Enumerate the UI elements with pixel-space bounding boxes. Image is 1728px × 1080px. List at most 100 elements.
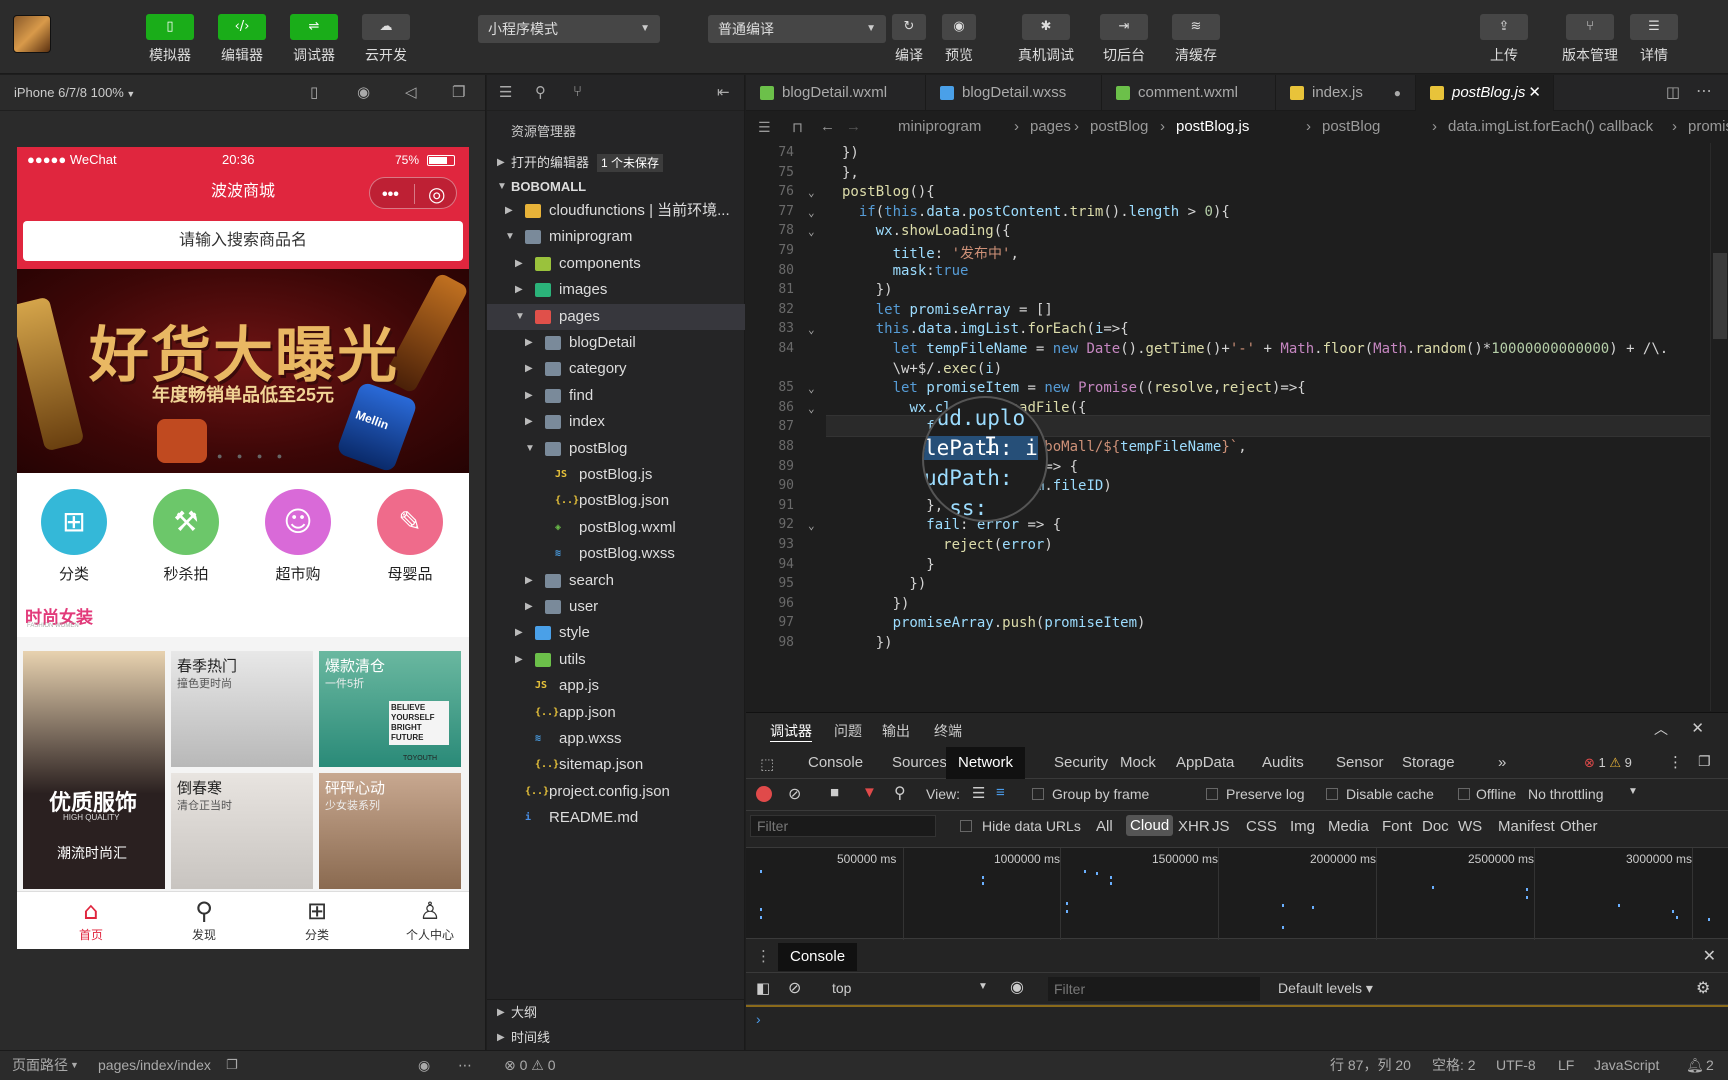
toolbar-cloud-button[interactable]: ☁ 云开发 — [356, 14, 416, 65]
tree-item[interactable]: ≋ app.wxss — [487, 726, 745, 752]
window-icon[interactable]: ❐ — [452, 75, 465, 111]
dock-icon[interactable]: ❐ — [1698, 753, 1711, 770]
close-miniprogram-icon[interactable]: ◎ — [428, 176, 445, 214]
devtools-tab[interactable]: Network — [946, 747, 1026, 779]
timeline-section[interactable]: ▶ 时间线 — [487, 1025, 745, 1051]
collapse-panel-icon[interactable]: ⇤ — [717, 83, 730, 101]
tree-item[interactable]: ▶ images — [487, 277, 745, 303]
list-view-icon[interactable]: ☰ — [972, 784, 985, 802]
tree-item[interactable]: ◈ postBlog.wxml — [487, 515, 745, 541]
devtools-tab[interactable]: Sources — [892, 747, 947, 779]
toolbar-phone-button[interactable]: ▯ 模拟器 — [140, 14, 200, 65]
split-editor-icon[interactable]: ◫ — [1666, 83, 1680, 101]
scrollbar-thumb[interactable] — [1713, 253, 1727, 339]
line-ending[interactable]: LF — [1558, 1051, 1574, 1079]
tree-item[interactable]: {..} postBlog.json — [487, 488, 745, 514]
toolbar-layers-button[interactable]: ≋ 清缓存 — [1158, 14, 1234, 65]
resource-type-filter[interactable]: Media — [1328, 818, 1369, 835]
breadcrumb-item[interactable]: postBlog — [1322, 111, 1380, 143]
panel-tab[interactable]: 调试器 — [770, 721, 812, 742]
rotate-device-icon[interactable]: ▯ — [310, 75, 318, 111]
fold-chevron-icon[interactable]: ⌄ — [808, 225, 815, 238]
editor-tab[interactable]: blogDetail.wxml — [746, 75, 926, 111]
encoding[interactable]: UTF-8 — [1496, 1051, 1536, 1079]
toolbar-eye-button[interactable]: ◉ 预览 — [934, 14, 984, 65]
toolbar-refresh-button[interactable]: ↻ 编译 — [884, 14, 934, 65]
indent-spaces[interactable]: 空格: 2 — [1432, 1051, 1476, 1079]
tab-3[interactable]: ♙ 个人中心 — [390, 896, 470, 943]
resource-type-filter[interactable]: Other — [1560, 818, 1598, 835]
back-arrow-icon[interactable]: ← — [820, 111, 835, 143]
devtools-tab[interactable]: Console — [808, 747, 863, 779]
tree-item[interactable]: ▶ utils — [487, 647, 745, 673]
tree-item[interactable]: ▼ pages — [487, 303, 745, 330]
avatar[interactable] — [13, 15, 51, 53]
mode-select[interactable]: 小程序模式 ▼ — [478, 15, 660, 43]
throttling-select[interactable]: No throttling — [1528, 786, 1603, 802]
tab-0[interactable]: ⌂ 首页 — [51, 896, 131, 943]
device-select[interactable]: iPhone 6/7/8 100% — [14, 85, 124, 100]
tree-item[interactable]: ▶ index — [487, 409, 745, 435]
tree-item[interactable]: {..} sitemap.json — [487, 752, 745, 778]
tree-item[interactable]: ▶ cloudfunctions | 当前环境... — [487, 198, 745, 224]
editor-tab[interactable]: blogDetail.wxss — [926, 75, 1102, 111]
search-input[interactable]: 请输入搜索商品名 — [23, 221, 463, 261]
source-control-icon[interactable]: ⑂ — [573, 83, 582, 100]
tree-item[interactable]: i README.md — [487, 805, 745, 831]
devtools-tab[interactable]: Audits — [1262, 747, 1304, 779]
inspect-icon[interactable]: ⬚ — [760, 755, 774, 773]
panel-tab[interactable]: 问题 — [834, 721, 862, 741]
code-area[interactable]: 74}) 75}, 76 ⌄ postBlog(){77 ⌄ if(this.data.p… — [746, 143, 1728, 711]
sidebar-toggle-icon[interactable]: ◧ — [756, 979, 770, 997]
console-filter-input[interactable]: Filter — [1048, 977, 1260, 1001]
drawer-menu-icon[interactable]: ⋮ — [756, 947, 771, 965]
more-icon[interactable]: ••• — [382, 176, 399, 214]
editor-tab[interactable]: postBlog.js ✕ — [1416, 75, 1554, 111]
resource-type-filter[interactable]: Font — [1382, 818, 1412, 835]
resource-type-filter[interactable]: Img — [1290, 818, 1315, 835]
toolbar-branch-button[interactable]: ⑂ 版本管理 — [1548, 14, 1632, 65]
tree-item[interactable]: JS postBlog.js — [487, 462, 745, 488]
compile-select[interactable]: 普通编译 ▼ — [708, 15, 886, 43]
resource-type-filter[interactable]: All — [1096, 818, 1113, 835]
record-button[interactable] — [756, 786, 772, 802]
toolbar-switch-button[interactable]: ⇥ 切后台 — [1086, 14, 1162, 65]
resource-type-filter[interactable]: WS — [1458, 818, 1482, 835]
language-mode[interactable]: JavaScript — [1594, 1051, 1659, 1079]
eye-icon[interactable]: ◉ — [1010, 977, 1024, 997]
list-icon[interactable]: ☰ — [499, 83, 512, 101]
grid-tile[interactable]: 砰砰心动 少女装系列 — [319, 773, 461, 889]
close-drawer-icon[interactable]: ✕ — [1703, 946, 1716, 966]
tree-item[interactable]: ▶ components — [487, 251, 745, 277]
grid-tile[interactable]: 倒春寒 清仓正当时 — [171, 773, 313, 889]
toolbar-menu-button[interactable]: ☰ 详情 — [1624, 14, 1684, 65]
resource-type-filter[interactable]: XHR — [1178, 818, 1210, 835]
tree-item[interactable]: ▶ search — [487, 568, 745, 594]
grid-tile[interactable]: 春季热门 撞色更时尚 — [171, 651, 313, 767]
fold-chevron-icon[interactable]: ⌄ — [808, 206, 815, 219]
problems-indicator[interactable]: ⊗ 0 ⚠ 0 — [504, 1051, 556, 1079]
tree-item[interactable]: ▶ category — [487, 356, 745, 382]
toolbar-bug-button[interactable]: ✱ 真机调试 — [1008, 14, 1084, 65]
panel-tab[interactable]: 终端 — [934, 721, 962, 741]
devtools-tab[interactable]: Security — [1054, 747, 1108, 779]
page-path-label[interactable]: 页面路径 — [12, 1051, 68, 1079]
maximize-panel-icon[interactable]: ︿ — [1654, 719, 1668, 739]
search-icon[interactable]: ⚲ — [535, 83, 546, 101]
tree-item[interactable]: {..} app.json — [487, 700, 745, 726]
settings-gear-icon[interactable]: ⚙ — [1696, 978, 1710, 998]
devtools-tab[interactable]: Storage — [1402, 747, 1455, 779]
tree-item[interactable]: ▶ user — [487, 594, 745, 620]
waterfall-icon[interactable]: ≡ — [996, 784, 1005, 801]
breadcrumb-item[interactable]: promiseIte — [1688, 111, 1728, 143]
list-icon[interactable]: ☰ — [758, 111, 771, 143]
volume-icon[interactable]: ◁ — [405, 75, 417, 111]
resource-type-filter[interactable]: CSS — [1246, 818, 1277, 835]
breadcrumb-item[interactable]: postBlog.js — [1176, 111, 1249, 143]
outline-section[interactable]: ▶ 大纲 — [487, 999, 745, 1025]
clear-console-icon[interactable]: ⊘ — [788, 978, 801, 998]
breadcrumb-item[interactable]: pages — [1030, 111, 1071, 143]
modified-dot-icon[interactable]: ● — [1394, 75, 1401, 111]
filter-icon[interactable]: ▼ — [862, 784, 877, 801]
disable-cache-checkbox[interactable] — [1326, 788, 1338, 800]
